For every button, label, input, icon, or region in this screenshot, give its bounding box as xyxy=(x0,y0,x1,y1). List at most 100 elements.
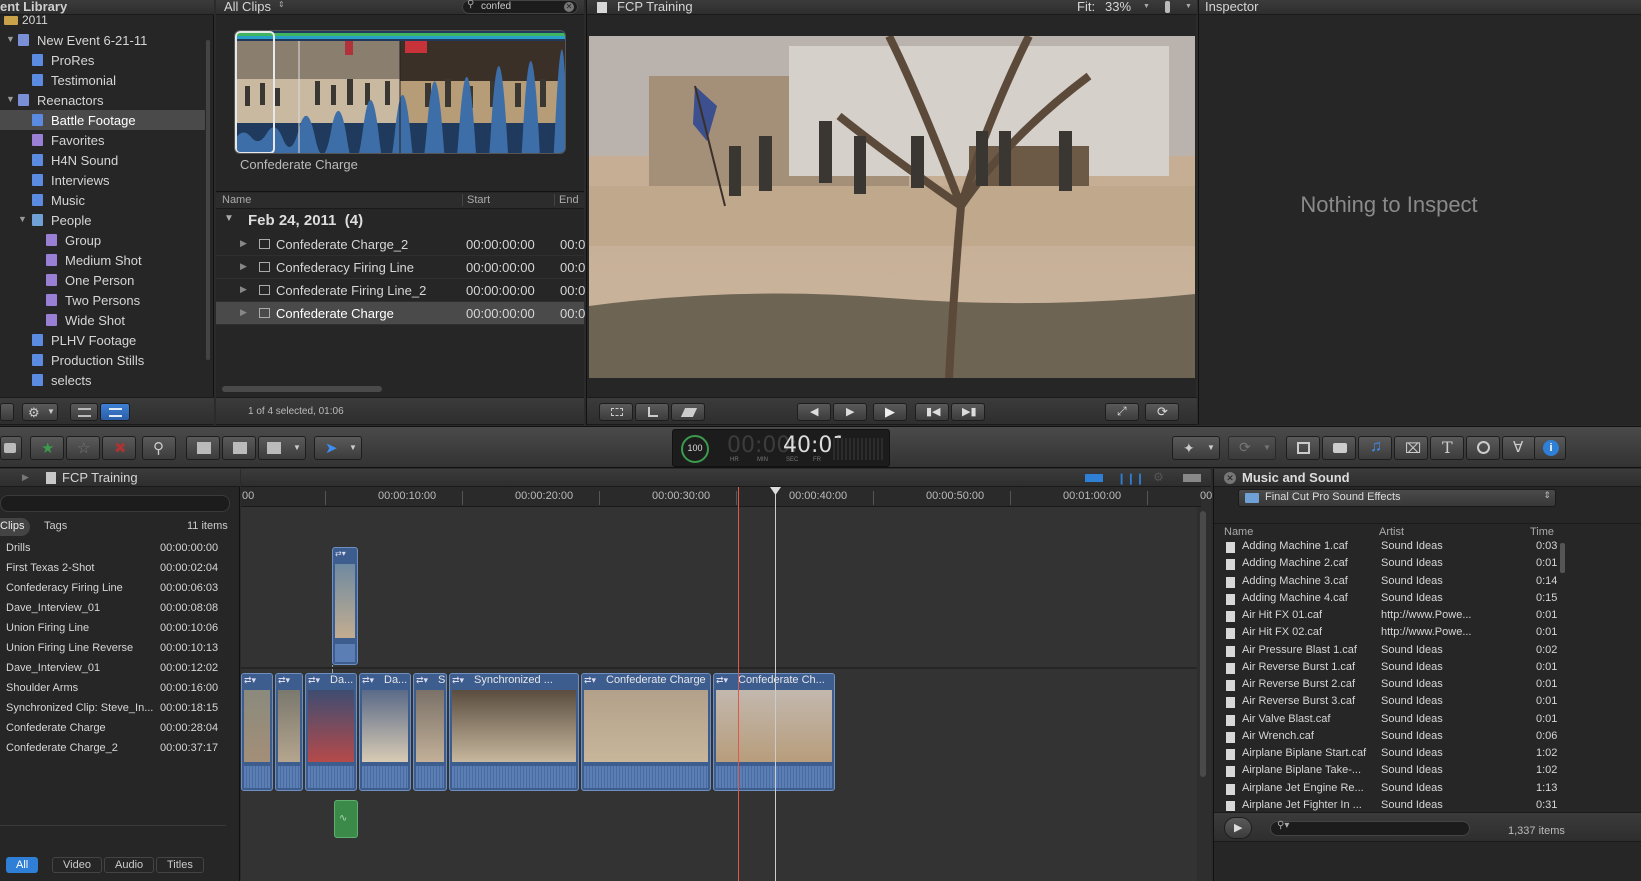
library-item[interactable]: Production Stills xyxy=(0,350,205,370)
list-view-button[interactable] xyxy=(70,403,98,421)
viewer-distort-button[interactable] xyxy=(671,403,705,421)
storyline-clip[interactable]: ⇄▾ Confederate Charge xyxy=(581,673,711,791)
sound-list-scrollbar[interactable] xyxy=(1560,543,1565,573)
index-search-input[interactable] xyxy=(0,495,230,512)
viewer-video-frame[interactable] xyxy=(589,36,1195,378)
sound-row[interactable]: Air Reverse Burst 1.caf Sound Ideas 0:01 xyxy=(1214,660,1558,677)
sound-row[interactable]: Airplane Biplane Start.caf Sound Ideas 1:0… xyxy=(1214,746,1558,763)
retime-button[interactable]: ⟳ ▼ xyxy=(1228,436,1276,460)
show-hide-library-button[interactable] xyxy=(0,403,14,421)
background-task-progress[interactable]: 100 xyxy=(681,435,709,463)
keyword-editor-button[interactable]: ⚲ xyxy=(142,436,176,460)
browser-scrollbar[interactable] xyxy=(222,386,382,392)
storyline-clip[interactable]: ⇄▾ Da... xyxy=(305,673,357,791)
browser-clip-row[interactable]: ▶ Confederacy Firing Line 00:00:00:00 00:0 xyxy=(216,256,585,279)
library-item[interactable]: Music xyxy=(0,190,205,210)
sound-row[interactable]: Airplane Jet Fighter In ... Sound Ideas 0:… xyxy=(1214,798,1558,811)
storyline-clip[interactable]: ⇄▾ Synchronized ... xyxy=(449,673,579,791)
sound-search-input[interactable]: ⚲▾ xyxy=(1270,820,1470,836)
sound-row[interactable]: Adding Machine 3.caf Sound Ideas 0:14 xyxy=(1214,574,1558,591)
connect-clip-button[interactable] xyxy=(186,436,220,460)
reject-button[interactable]: ✖ xyxy=(102,436,136,460)
previous-frame-button[interactable]: ◀ xyxy=(797,403,831,421)
index-clip-row[interactable]: Confederacy Firing Line 00:00:06:03 xyxy=(0,579,226,599)
filter-all[interactable]: All xyxy=(6,857,39,873)
library-item[interactable]: ▼ New Event 6-21-11 xyxy=(0,30,205,50)
transitions-browser-button[interactable]: ⌧ xyxy=(1394,436,1428,460)
library-item[interactable]: Group xyxy=(0,230,205,250)
library-item[interactable]: Interviews xyxy=(0,170,205,190)
storyline-clip[interactable]: ⇄▾ S. xyxy=(413,673,447,791)
column-header-start[interactable]: Start xyxy=(462,194,490,206)
timeline-ruler[interactable]: 00 00:00:10:00 00:00:20:00 00:00:30:00 00:00… xyxy=(241,487,1285,507)
sound-row[interactable]: Airplane Biplane Take-... Sound Ideas 1:02 xyxy=(1214,763,1558,780)
go-to-start-button[interactable]: ▮◀ xyxy=(915,403,949,421)
waveform-icon[interactable]: ❙❙❙ xyxy=(1117,472,1145,485)
music-browser-button[interactable]: ♫ xyxy=(1358,436,1392,460)
browser-clip-row[interactable]: ▶ Confederate Charge 00:00:00:00 00:0 xyxy=(216,302,585,325)
generators-browser-button[interactable] xyxy=(1466,436,1500,460)
sound-row[interactable]: Adding Machine 1.caf Sound Ideas 0:03 xyxy=(1214,539,1558,556)
themes-browser-button[interactable]: ∀ xyxy=(1502,436,1536,460)
photo-browser-button[interactable] xyxy=(1322,436,1356,460)
sound-row[interactable]: Airplane Jet Engine Re... Sound Ideas 1:13 xyxy=(1214,781,1558,798)
index-clip-row[interactable]: Union Firing Line 00:00:10:06 xyxy=(0,619,226,639)
titles-browser-button[interactable]: T xyxy=(1430,436,1464,460)
index-clip-row[interactable]: Dave_Interview_01 00:00:08:08 xyxy=(0,599,226,619)
insert-clip-button[interactable] xyxy=(222,436,256,460)
library-item[interactable]: Testimonial xyxy=(0,70,205,90)
sound-source-menu[interactable]: Final Cut Pro Sound Effects ⇕ xyxy=(1238,489,1556,507)
filter-audio[interactable]: Audio xyxy=(104,857,155,873)
go-to-end-button[interactable]: ▶▮ xyxy=(951,403,985,421)
sound-row[interactable]: Adding Machine 2.caf Sound Ideas 0:01 xyxy=(1214,556,1558,573)
library-item[interactable]: H4N Sound xyxy=(0,150,205,170)
library-item[interactable]: Two Persons xyxy=(0,290,205,310)
index-clip-row[interactable]: Synchronized Clip: Steve_In... 00:00:18:1… xyxy=(0,699,226,719)
primary-storyline[interactable]: ⇄▾ ⇄▾ ⇄▾ Da... ⇄▾ Da... ⇄▾ S. ⇄▾ Synchronized ...… xyxy=(241,673,835,791)
tab-clips[interactable]: Clips xyxy=(0,518,31,536)
disclosure-icon[interactable]: ▶ xyxy=(240,261,247,272)
disclosure-open-icon[interactable]: ▼ xyxy=(6,94,15,104)
filmstrip-view-button[interactable] xyxy=(100,403,130,421)
sound-row[interactable]: Adding Machine 4.caf Sound Ideas 0:15 xyxy=(1214,591,1558,608)
index-clip-row[interactable]: Drills 00:00:00:00 xyxy=(0,539,226,559)
library-item[interactable]: ▼ Reenactors xyxy=(0,90,205,110)
tool-select-button[interactable]: ➤ ▼ xyxy=(314,436,362,460)
disclosure-icon[interactable]: ▶ xyxy=(240,238,247,249)
viewer-crop-button[interactable] xyxy=(635,403,669,421)
column-header-artist[interactable]: Artist xyxy=(1379,526,1404,538)
index-clip-row[interactable]: Shoulder Arms 00:00:16:00 xyxy=(0,679,226,699)
connected-audio-clip[interactable]: ∿ xyxy=(334,800,358,838)
disclosure-open-icon[interactable]: ▼ xyxy=(6,34,15,44)
column-header-end[interactable]: End xyxy=(554,194,579,206)
browser-clip-row[interactable]: ▶ Confederate Firing Line_2 00:00:00:00 00:… xyxy=(216,279,585,302)
column-header-time[interactable]: Time xyxy=(1530,526,1554,538)
disclosure-icon[interactable]: ▶ xyxy=(22,472,29,483)
sound-row[interactable]: Air Pressure Blast 1.caf Sound Ideas 0:02 xyxy=(1214,643,1558,660)
date-group-row[interactable]: ▼ Feb 24, 2011 (4) xyxy=(216,210,584,232)
next-frame-button[interactable]: ▶ xyxy=(833,403,867,421)
index-clip-row[interactable]: Union Firing Line Reverse 00:00:10:13 xyxy=(0,639,226,659)
filter-titles[interactable]: Titles xyxy=(156,857,204,873)
loop-button[interactable]: ⟳ xyxy=(1145,403,1179,421)
timeline-scrollbar[interactable] xyxy=(1200,511,1206,777)
play-button[interactable]: ▶ xyxy=(873,403,907,421)
clip-filter-menu[interactable]: All Clips xyxy=(224,0,271,14)
action-gear-button[interactable]: ⚙ ▼ xyxy=(22,403,58,421)
preview-play-button[interactable]: ▶ xyxy=(1224,817,1252,839)
sound-row[interactable]: Air Reverse Burst 2.caf Sound Ideas 0:01 xyxy=(1214,677,1558,694)
append-clip-button[interactable]: ▼ xyxy=(258,436,306,460)
sound-row[interactable]: Air Reverse Burst 3.caf Sound Ideas 0:01 xyxy=(1214,694,1558,711)
sound-row[interactable]: Air Valve Blast.caf Sound Ideas 0:01 xyxy=(1214,712,1558,729)
sound-row[interactable]: Air Wrench.caf Sound Ideas 0:06 xyxy=(1214,729,1558,746)
library-item[interactable]: ▼ People xyxy=(0,210,205,230)
tab-tags[interactable]: Tags xyxy=(44,520,67,532)
library-item[interactable]: Favorites xyxy=(0,130,205,150)
index-clip-row[interactable]: First Texas 2-Shot 00:00:02:04 xyxy=(0,559,226,579)
library-item[interactable]: One Person xyxy=(0,270,205,290)
filter-video[interactable]: Video xyxy=(52,857,102,873)
library-scrollbar[interactable] xyxy=(206,40,210,360)
search-input[interactable]: confed xyxy=(481,1,511,12)
switch-icon[interactable] xyxy=(1165,1,1170,13)
storyline-clip[interactable]: ⇄▾ xyxy=(241,673,273,791)
